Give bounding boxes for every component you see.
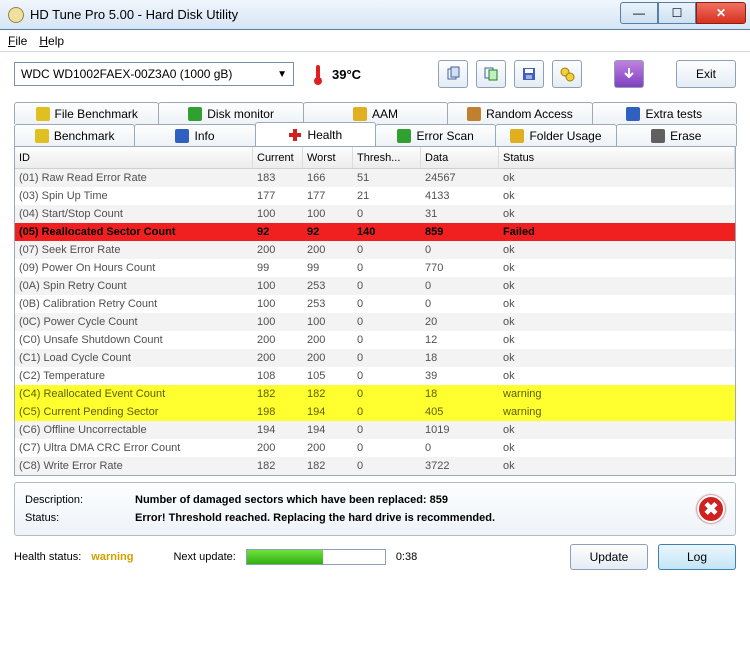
tab-icon xyxy=(510,129,524,143)
desc-text: Number of damaged sectors which have bee… xyxy=(135,491,697,509)
column-header: ID Current Worst Thresh... Data Status xyxy=(15,147,735,169)
tab-icon xyxy=(467,107,481,121)
tab-health[interactable]: Health xyxy=(255,122,376,146)
tab-icon xyxy=(36,107,50,121)
window-title: HD Tune Pro 5.00 - Hard Disk Utility xyxy=(30,7,620,22)
tab-icon xyxy=(651,129,665,143)
col-current[interactable]: Current xyxy=(253,147,303,168)
table-row[interactable]: (C7) Ultra DMA CRC Error Count20020000ok xyxy=(15,439,735,457)
col-data[interactable]: Data xyxy=(421,147,499,168)
app-icon xyxy=(8,7,24,23)
tab-icon xyxy=(397,129,411,143)
table-row[interactable]: (0A) Spin Retry Count10025300ok xyxy=(15,277,735,295)
desc-label: Description: xyxy=(25,491,135,509)
health-status: warning xyxy=(91,551,133,563)
table-row[interactable]: (C2) Temperature108105039ok xyxy=(15,367,735,385)
tab-icon xyxy=(35,129,49,143)
menu-file[interactable]: File xyxy=(8,34,27,48)
update-button[interactable]: Update xyxy=(570,544,648,570)
minimize-button[interactable]: — xyxy=(620,2,658,24)
tab-error-scan[interactable]: Error Scan xyxy=(375,124,496,146)
maximize-button[interactable]: ☐ xyxy=(658,2,696,24)
health-label: Health status: xyxy=(14,551,81,563)
tab-random-access[interactable]: Random Access xyxy=(447,102,592,124)
tab-info[interactable]: Info xyxy=(134,124,255,146)
screenshot-button[interactable] xyxy=(476,60,506,88)
table-row[interactable]: (C0) Unsafe Shutdown Count200200012ok xyxy=(15,331,735,349)
error-icon: ✖ xyxy=(697,495,725,523)
table-row[interactable]: (09) Power On Hours Count99990770ok xyxy=(15,259,735,277)
table-row[interactable]: (0C) Power Cycle Count100100020ok xyxy=(15,313,735,331)
temperature-display: 39°C xyxy=(312,63,361,85)
progress-bar xyxy=(246,549,386,565)
tab-icon xyxy=(188,107,202,121)
tab-benchmark[interactable]: Benchmark xyxy=(14,124,135,146)
menu-help[interactable]: Help xyxy=(39,34,64,48)
smart-table: ID Current Worst Thresh... Data Status (… xyxy=(14,146,736,476)
tab-icon xyxy=(353,107,367,121)
next-update-label: Next update: xyxy=(173,551,235,563)
titlebar: HD Tune Pro 5.00 - Hard Disk Utility — ☐… xyxy=(0,0,750,30)
tab-icon xyxy=(626,107,640,121)
status-label: Status: xyxy=(25,509,135,527)
download-button[interactable] xyxy=(614,60,644,88)
thermometer-icon xyxy=(312,63,324,85)
table-row[interactable]: (01) Raw Read Error Rate1831665124567ok xyxy=(15,169,735,187)
footer: Health status: warning Next update: 0:38… xyxy=(14,544,736,570)
tab-extra-tests[interactable]: Extra tests xyxy=(592,102,737,124)
table-row[interactable]: (04) Start/Stop Count100100031ok xyxy=(15,205,735,223)
save-button[interactable] xyxy=(514,60,544,88)
table-row[interactable]: (C5) Current Pending Sector1981940405war… xyxy=(15,403,735,421)
table-row[interactable]: (0B) Calibration Retry Count10025300ok xyxy=(15,295,735,313)
tab-icon xyxy=(288,128,302,142)
table-row[interactable]: (C1) Load Cycle Count200200018ok xyxy=(15,349,735,367)
table-row[interactable]: (C6) Offline Uncorrectable19419401019ok xyxy=(15,421,735,439)
copy-button[interactable] xyxy=(438,60,468,88)
table-row[interactable]: (C4) Reallocated Event Count182182018war… xyxy=(15,385,735,403)
close-button[interactable]: ✕ xyxy=(696,2,746,24)
drive-selected: WDC WD1002FAEX-00Z3A0 (1000 gB) xyxy=(21,67,232,81)
col-status[interactable]: Status xyxy=(499,147,735,168)
settings-button[interactable] xyxy=(552,60,582,88)
tab-erase[interactable]: Erase xyxy=(616,124,737,146)
drive-select[interactable]: WDC WD1002FAEX-00Z3A0 (1000 gB) ▼ xyxy=(14,62,294,86)
col-id[interactable]: ID xyxy=(15,147,253,168)
toolbar: WDC WD1002FAEX-00Z3A0 (1000 gB) ▼ 39°C E… xyxy=(0,52,750,96)
tabs-container: File BenchmarkDisk monitorAAMRandom Acce… xyxy=(0,96,750,146)
temperature-value: 39°C xyxy=(332,67,361,82)
tab-icon xyxy=(175,129,189,143)
col-worst[interactable]: Worst xyxy=(303,147,353,168)
table-row[interactable]: (C8) Write Error Rate18218203722ok xyxy=(15,457,735,475)
info-panel: Description: Status: Number of damaged s… xyxy=(14,482,736,536)
tab-file-benchmark[interactable]: File Benchmark xyxy=(14,102,159,124)
menubar: File Help xyxy=(0,30,750,52)
tab-disk-monitor[interactable]: Disk monitor xyxy=(158,102,303,124)
status-text: Error! Threshold reached. Replacing the … xyxy=(135,509,697,527)
tab-folder-usage[interactable]: Folder Usage xyxy=(495,124,616,146)
countdown: 0:38 xyxy=(396,551,417,563)
exit-button[interactable]: Exit xyxy=(676,60,736,88)
tab-aam[interactable]: AAM xyxy=(303,102,448,124)
table-row[interactable]: (05) Reallocated Sector Count9292140859F… xyxy=(15,223,735,241)
table-row[interactable]: (03) Spin Up Time177177214133ok xyxy=(15,187,735,205)
log-button[interactable]: Log xyxy=(658,544,736,570)
table-row[interactable]: (07) Seek Error Rate20020000ok xyxy=(15,241,735,259)
col-threshold[interactable]: Thresh... xyxy=(353,147,421,168)
chevron-down-icon: ▼ xyxy=(277,69,287,80)
